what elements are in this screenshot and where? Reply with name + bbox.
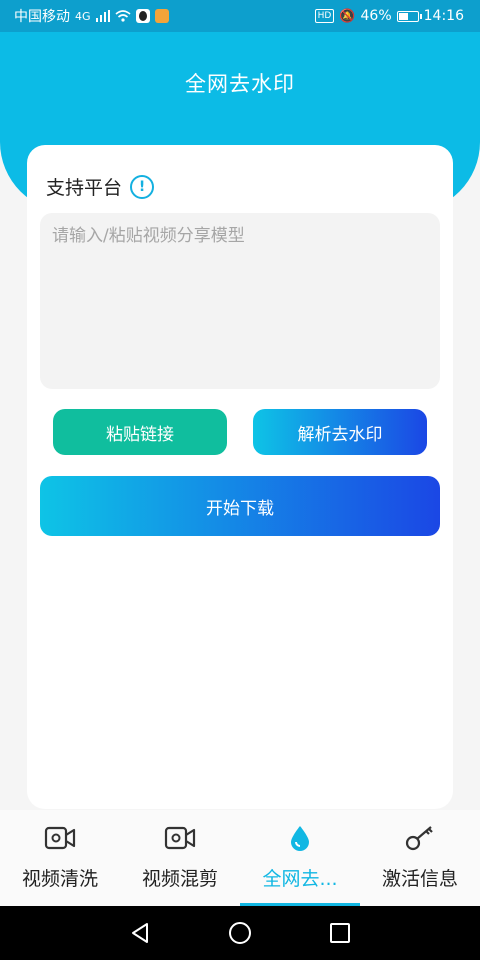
recents-square-icon <box>330 923 350 943</box>
battery-icon <box>396 10 422 22</box>
tab-remove-watermark[interactable]: 全网去... <box>240 810 360 906</box>
network-type: 4G <box>75 9 91 23</box>
tab-label: 视频混剪 <box>141 868 218 890</box>
battery-percent: 46% <box>360 8 392 24</box>
support-platform-label: 支持平台 <box>46 177 123 199</box>
wifi-icon <box>115 10 131 22</box>
home-circle-icon <box>229 922 251 944</box>
key-icon <box>405 826 433 851</box>
bottom-tab-bar: 视频清洗 视频混剪 全网去... 激活信息 <box>0 810 480 906</box>
qq-icon <box>135 9 150 23</box>
parse-watermark-button[interactable]: 解析去水印 <box>253 409 427 455</box>
back-triangle-icon <box>132 923 148 943</box>
url-input[interactable] <box>40 213 440 389</box>
recents-button[interactable] <box>310 906 370 960</box>
water-drop-icon <box>291 826 309 851</box>
paste-link-button[interactable]: 粘贴链接 <box>53 409 227 455</box>
start-download-button[interactable]: 开始下载 <box>40 476 440 536</box>
back-button[interactable] <box>110 906 170 960</box>
carrier-label: 中国移动 <box>14 9 70 25</box>
system-nav-bar <box>0 906 480 960</box>
signal-icon <box>95 10 110 22</box>
home-button[interactable] <box>210 906 270 960</box>
tab-video-clean[interactable]: 视频清洗 <box>0 810 120 906</box>
support-platform-row[interactable]: 支持平台 ! <box>46 173 155 200</box>
info-icon[interactable]: ! <box>130 174 155 199</box>
bell-muted-icon: 🔕 <box>339 8 356 24</box>
clock: 14:16 <box>423 8 464 24</box>
video-camera-icon <box>44 826 76 850</box>
video-camera-icon <box>164 826 196 850</box>
tab-activation-info[interactable]: 激活信息 <box>360 810 480 906</box>
hd-badge: HD <box>314 9 335 23</box>
status-bar: 中国移动 4G HD 🔕 46% 14:16 <box>0 0 480 32</box>
tab-label: 视频清洗 <box>21 868 98 890</box>
tab-video-mix[interactable]: 视频混剪 <box>120 810 240 906</box>
main-card: 支持平台 ! 粘贴链接 解析去水印 开始下载 <box>27 145 453 809</box>
page-title: 全网去水印 <box>185 72 295 96</box>
notification-app-icon <box>154 9 169 23</box>
tab-label: 全网去... <box>262 868 338 890</box>
tab-label: 激活信息 <box>381 868 458 890</box>
